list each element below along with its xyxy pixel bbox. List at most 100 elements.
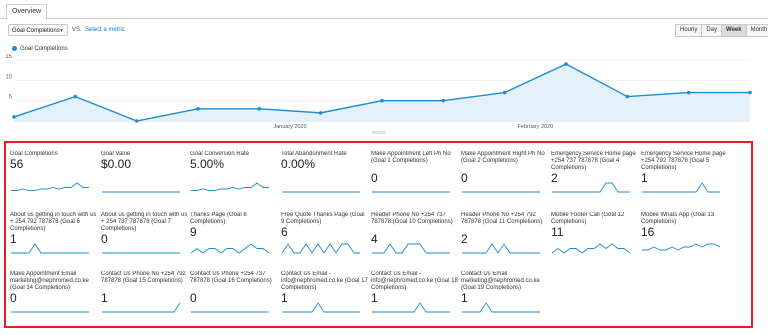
- scorecard-title: Header Phone No +254 737 787878 (Goal 10…: [371, 212, 453, 225]
- scorecard[interactable]: About us getting in touch with us + 254 …: [10, 212, 98, 256]
- scorecard-title: Contact Us Phone +254 737 787878 (Goal 1…: [190, 271, 272, 284]
- metric-select[interactable]: Goal Completions ▼: [8, 24, 68, 36]
- sparkline: [462, 243, 540, 254]
- sparkline-path: [551, 243, 631, 254]
- y-tick-label: 10: [5, 74, 12, 80]
- data-point: [502, 90, 507, 95]
- data-point: [748, 90, 752, 95]
- scorecard-value: 16: [641, 225, 655, 239]
- chevron-down-icon: ▼: [59, 28, 64, 34]
- sparkline-path: [372, 243, 450, 254]
- scorecard[interactable]: Goal Conversion Rate 5.00%: [190, 151, 278, 195]
- scorecard[interactable]: Contact Us Email - info@nephromed.co.ke …: [281, 271, 369, 315]
- sparkline-path: [11, 243, 89, 254]
- legend-dot-icon: [12, 45, 17, 51]
- sparkline: [102, 191, 180, 193]
- sparkline-path: [191, 182, 269, 191]
- scorecard-value: 0.00%: [281, 157, 316, 171]
- day-button[interactable]: Day: [701, 24, 723, 37]
- week-button[interactable]: Week: [721, 24, 747, 37]
- scorecard[interactable]: Emergency Service Home page +254 737 787…: [551, 151, 639, 195]
- data-point: [380, 98, 384, 103]
- data-point: [12, 115, 16, 119]
- scorecard-title: Goal Completions: [10, 151, 58, 157]
- scorecard-title: Emergency Service Home page +254 792 787…: [641, 151, 726, 171]
- resize-handle[interactable]: [372, 131, 386, 134]
- sparkline: [102, 302, 181, 313]
- metric-select-label: Goal Completions: [12, 28, 60, 34]
- scorecard[interactable]: Contact Us Email - info@nephromed.co.ke …: [371, 271, 459, 315]
- scorecard-title: Contact Us Email marketing@nephromed.co.…: [461, 271, 540, 291]
- scorecard[interactable]: Goal Completions 56: [10, 151, 98, 195]
- month-button[interactable]: Month: [745, 24, 768, 37]
- y-tick-label: 15: [5, 54, 12, 60]
- scorecard[interactable]: Free Quote Thanks Page (Goal 9 Completio…: [281, 212, 369, 256]
- scorecard-title: Contact Us Email - info@nephromed.co.ke …: [371, 271, 458, 291]
- hourly-button[interactable]: Hourly: [675, 24, 703, 37]
- scorecard[interactable]: Goal Value $0.00: [101, 151, 189, 195]
- data-point: [625, 94, 630, 99]
- scorecard[interactable]: Thanks Page (Goal 8 Completions) 9: [190, 212, 278, 256]
- select-metric-link[interactable]: Select a metric: [85, 24, 125, 36]
- scorecard[interactable]: Emergency Service Home page +254 792 787…: [641, 151, 729, 195]
- scorecard-title: Mobile Footer Call (Goal 12 Completions): [551, 212, 625, 225]
- scorecard-title: Make Appointment Right Ph No (Goal 2 Com…: [461, 151, 545, 164]
- scorecard[interactable]: About us getting in touch with us + 254 …: [101, 212, 189, 256]
- scorecard[interactable]: Make Appointment Right Ph No (Goal 2 Com…: [461, 151, 549, 195]
- sparkline: [191, 311, 269, 313]
- scorecard-value: 6: [281, 225, 288, 239]
- scorecard[interactable]: Header Phone No +254 737 787878 (Goal 10…: [371, 212, 459, 256]
- sparkline-path: [102, 302, 181, 313]
- goal-completions-chart: 5 10 15 January 2020 February 2020: [5, 54, 752, 130]
- scorecard-title: Make Appointment Email marketing@nephrom…: [10, 271, 89, 291]
- sparkline: [191, 182, 269, 191]
- sparkline: [551, 243, 631, 254]
- sparkline-path: [642, 243, 721, 251]
- sparkline: [282, 191, 360, 193]
- sparkline-path: [372, 302, 450, 313]
- scorecard-title: Free Quote Thanks Page (Goal 9 Completio…: [281, 212, 365, 225]
- sparkline: [11, 182, 89, 191]
- scorecard-title: Contact Us Phone No +254 792 787878 (Goa…: [101, 271, 186, 284]
- sparkline: [372, 191, 450, 193]
- scorecard[interactable]: Make Appointment Left Ph No (Goal 1 Comp…: [371, 151, 459, 195]
- tab-overview[interactable]: Overview: [6, 4, 48, 20]
- x-axis-label: February 2020: [517, 124, 553, 130]
- data-point: [564, 62, 568, 66]
- scorecard-value: $0.00: [101, 157, 132, 171]
- scorecard-title: Contact Us Email - info@nephromed.co.ke …: [281, 271, 368, 291]
- data-point: [318, 111, 323, 115]
- sparkline-path: [11, 182, 89, 191]
- scorecard[interactable]: Mobile Whats App (Goal 13 Completions) 16: [641, 212, 729, 256]
- y-tick-label: 5: [9, 95, 13, 101]
- scorecard[interactable]: Contact Us Email marketing@nephromed.co.…: [461, 271, 549, 315]
- scorecard[interactable]: Total Abandonment Rate 0.00%: [281, 151, 369, 195]
- scorecard[interactable]: Header Phone No +254 792 787878 (Goal 11…: [461, 212, 549, 256]
- scorecard[interactable]: Contact Us Phone No +254 792 787878 (Goa…: [101, 271, 189, 315]
- sparkline: [11, 311, 89, 313]
- x-axis-label: January 2020: [273, 124, 306, 130]
- sparkline: [102, 252, 180, 254]
- scorecard-title: Make Appointment Left Ph No (Goal 1 Comp…: [371, 151, 451, 164]
- chart-legend: Goal Completions: [12, 45, 68, 53]
- data-point: [441, 98, 446, 103]
- data-point: [134, 119, 139, 123]
- scorecard-value: 9: [190, 225, 197, 239]
- scorecard-value: 5.00%: [190, 157, 225, 171]
- sparkline: [282, 302, 360, 313]
- scorecard[interactable]: Make Appointment Email marketing@nephrom…: [10, 271, 98, 315]
- sparkline: [281, 243, 360, 254]
- legend-label: Goal Completions: [20, 46, 68, 52]
- scorecard-value: 56: [10, 157, 24, 171]
- data-point: [257, 107, 262, 111]
- sparkline: [642, 182, 720, 193]
- scorecard[interactable]: Contact Us Phone +254 737 787878 (Goal 1…: [190, 271, 278, 315]
- scorecard-title: Emergency Service Home page +254 737 787…: [551, 151, 636, 171]
- sparkline: [11, 243, 89, 254]
- sparkline: [552, 182, 630, 193]
- sparkline-path: [462, 302, 540, 313]
- sparkline: [372, 243, 450, 254]
- scorecard[interactable]: Mobile Footer Call (Goal 12 Completions)…: [551, 212, 639, 256]
- scorecard-title: Mobile Whats App (Goal 13 Completions): [641, 212, 715, 225]
- sparkline: [462, 302, 540, 313]
